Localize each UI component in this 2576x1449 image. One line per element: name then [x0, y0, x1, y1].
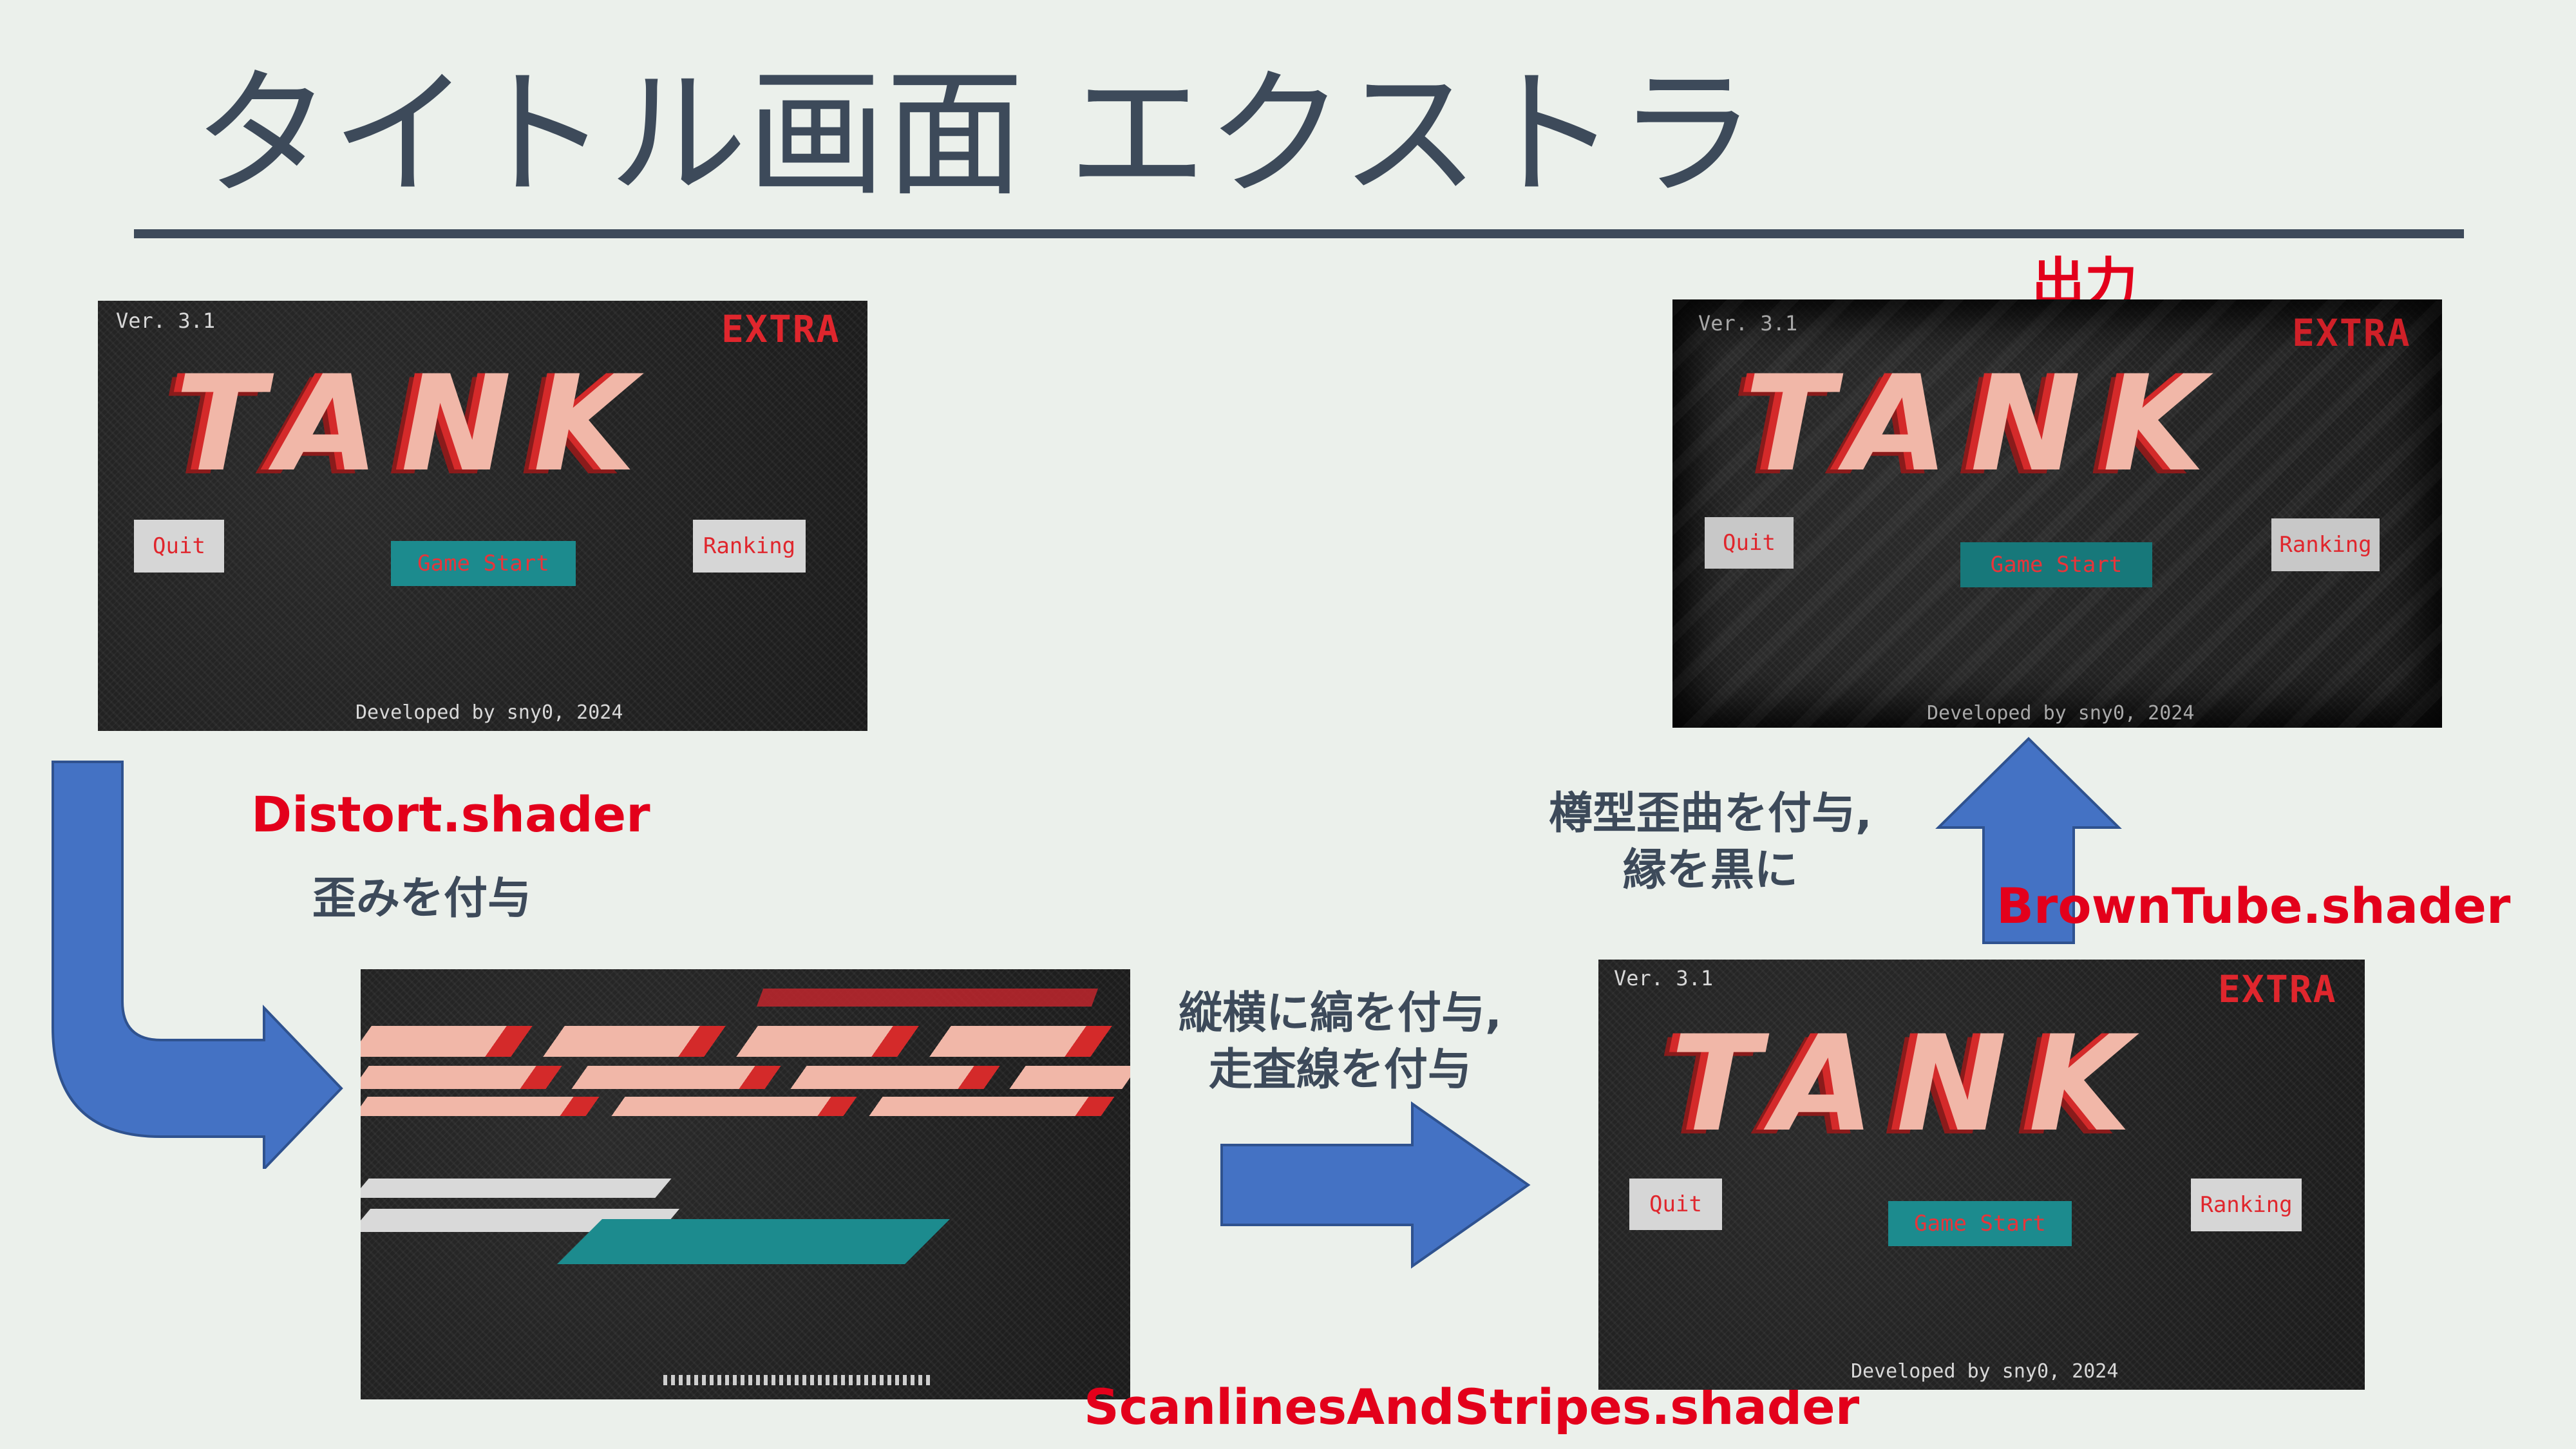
quit-button[interactable]: Quit — [1705, 517, 1794, 569]
browntube-description: 樽型歪曲を付与, 縁を黒に — [1549, 786, 1872, 900]
title-underline — [134, 229, 2464, 238]
developer-credit: Developed by sny0, 2024 — [1927, 702, 2195, 724]
slide-title: タイトル画面 エクストラ — [193, 53, 1756, 215]
distorted-band — [361, 1097, 1130, 1116]
extra-badge: EXTRA — [2292, 311, 2411, 355]
tank-logo: TANK — [1745, 348, 2227, 501]
ranking-button[interactable]: Ranking — [693, 520, 806, 573]
distorted-band — [756, 989, 1099, 1007]
screen-distorted — [361, 969, 1130, 1399]
distort-description: 歪みを付与 — [312, 873, 532, 924]
screen-output: Ver. 3.1 EXTRA TANK Quit Game Start Rank… — [1672, 299, 2442, 728]
game-start-button[interactable]: Game Start — [1888, 1201, 2072, 1246]
tank-logo: TANK — [175, 348, 658, 501]
scanlines-description: 縦横に縞を付与, 走査線を付与 — [1179, 985, 1502, 1099]
quit-button[interactable]: Quit — [1629, 1179, 1722, 1230]
distorted-band — [557, 1219, 950, 1264]
distorted-band — [361, 1179, 672, 1198]
ranking-button[interactable]: Ranking — [2191, 1179, 2302, 1231]
tank-logo: TANK — [1671, 1008, 2153, 1161]
screen-scanlines: Ver. 3.1 EXTRA TANK Quit Game Start Rank… — [1598, 960, 2365, 1390]
developer-credit: Developed by sny0, 2024 — [1851, 1360, 2119, 1383]
screen-original: Ver. 3.1 EXTRA TANK Quit Game Start Rank… — [98, 301, 867, 731]
distorted-band — [361, 1026, 1130, 1057]
scanlines-description-line2: 走査線を付与 — [1208, 1045, 1472, 1096]
quit-button[interactable]: Quit — [134, 520, 224, 573]
browntube-shader-label: BrownTube.shader — [1996, 877, 2511, 934]
version-label: Ver. 3.1 — [1614, 966, 1714, 990]
game-start-button[interactable]: Game Start — [391, 541, 576, 586]
browntube-description-line2: 縁を黒に — [1622, 845, 1798, 896]
version-label: Ver. 3.1 — [116, 308, 216, 333]
developer-credit: Developed by sny0, 2024 — [355, 701, 623, 724]
right-arrow-icon — [1220, 1101, 1531, 1269]
game-start-button[interactable]: Game Start — [1960, 542, 2152, 587]
distorted-band — [361, 1066, 1130, 1089]
scanlines-description-line1: 縦横に縞を付与, — [1179, 988, 1502, 1039]
distort-shader-label: Distort.shader — [251, 786, 650, 843]
extra-badge: EXTRA — [2218, 967, 2337, 1011]
distorted-band — [663, 1375, 934, 1385]
version-label: Ver. 3.1 — [1698, 311, 1798, 336]
ranking-button[interactable]: Ranking — [2271, 518, 2380, 571]
browntube-description-line1: 樽型歪曲を付与, — [1549, 788, 1872, 839]
extra-badge: EXTRA — [721, 307, 840, 351]
